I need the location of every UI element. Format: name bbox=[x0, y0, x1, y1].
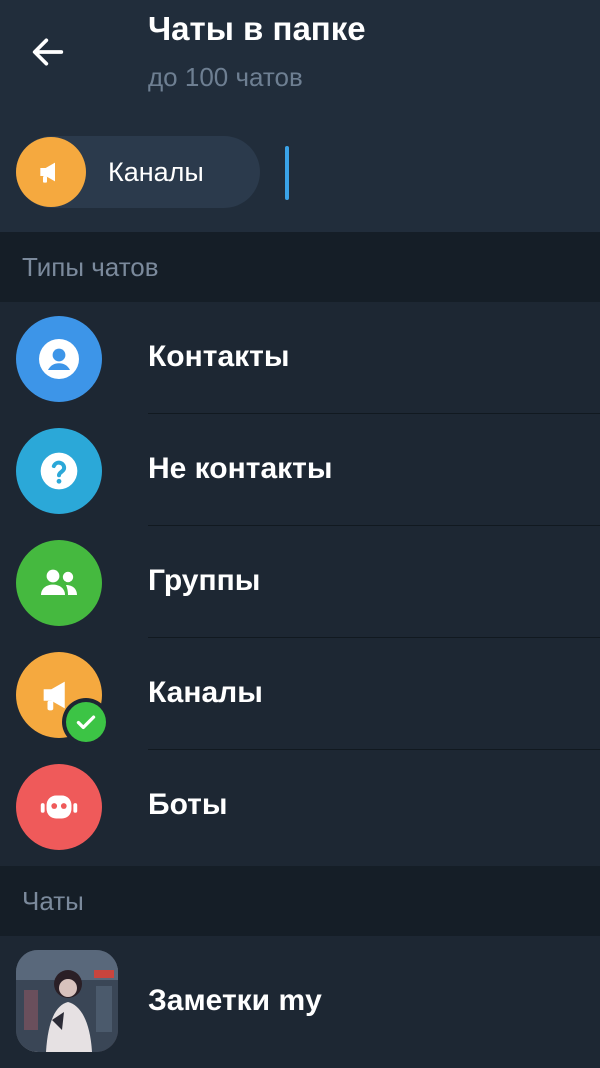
avatar-photo-image bbox=[16, 950, 118, 1052]
non-contacts-avatar bbox=[16, 428, 102, 514]
chip-label: Каналы bbox=[108, 156, 204, 187]
contact-icon bbox=[39, 339, 79, 379]
screen: Чаты в папке до 100 чатов Каналы Типы ча… bbox=[0, 0, 600, 1068]
chip-avatar bbox=[16, 137, 86, 207]
bot-icon bbox=[40, 795, 78, 819]
row-label: Контакты bbox=[148, 340, 290, 373]
question-icon bbox=[40, 452, 78, 490]
selected-check-badge bbox=[62, 698, 110, 746]
group-icon bbox=[41, 569, 77, 595]
selected-chips-area[interactable]: Каналы bbox=[0, 112, 600, 232]
checkmark-icon bbox=[76, 715, 96, 730]
section-header-chats: Чаты bbox=[0, 866, 600, 936]
chat-type-contacts[interactable]: Контакты bbox=[0, 302, 600, 414]
section-title: Чаты bbox=[22, 886, 84, 916]
groups-avatar bbox=[16, 540, 102, 626]
row-label: Заметки my bbox=[148, 984, 322, 1017]
row-label: Каналы bbox=[148, 676, 263, 709]
arrow-left-icon bbox=[32, 38, 64, 66]
chat-type-channels[interactable]: Каналы bbox=[0, 638, 600, 750]
section-header-chat-types: Типы чатов bbox=[0, 232, 600, 302]
chat-type-groups[interactable]: Группы bbox=[0, 526, 600, 638]
chat-notes[interactable]: Заметки my bbox=[0, 936, 600, 1068]
back-button[interactable] bbox=[20, 26, 76, 78]
row-label: Боты bbox=[148, 788, 228, 821]
photo-avatar bbox=[16, 950, 118, 1052]
contacts-avatar bbox=[16, 316, 102, 402]
section-title: Типы чатов bbox=[22, 252, 159, 282]
chat-type-bots[interactable]: Боты bbox=[0, 750, 600, 862]
megaphone-icon bbox=[40, 162, 55, 183]
bots-avatar bbox=[16, 764, 102, 850]
chat-type-non-contacts[interactable]: Не контакты bbox=[0, 414, 600, 526]
app-header: Чаты в папке до 100 чатов bbox=[0, 0, 600, 112]
page-title: Чаты в папке bbox=[148, 10, 366, 47]
text-cursor bbox=[285, 146, 289, 200]
page-subtitle: до 100 чатов bbox=[148, 62, 303, 92]
chip-channels[interactable]: Каналы bbox=[16, 136, 260, 208]
row-label: Группы bbox=[148, 564, 261, 597]
row-label: Не контакты bbox=[148, 452, 333, 485]
